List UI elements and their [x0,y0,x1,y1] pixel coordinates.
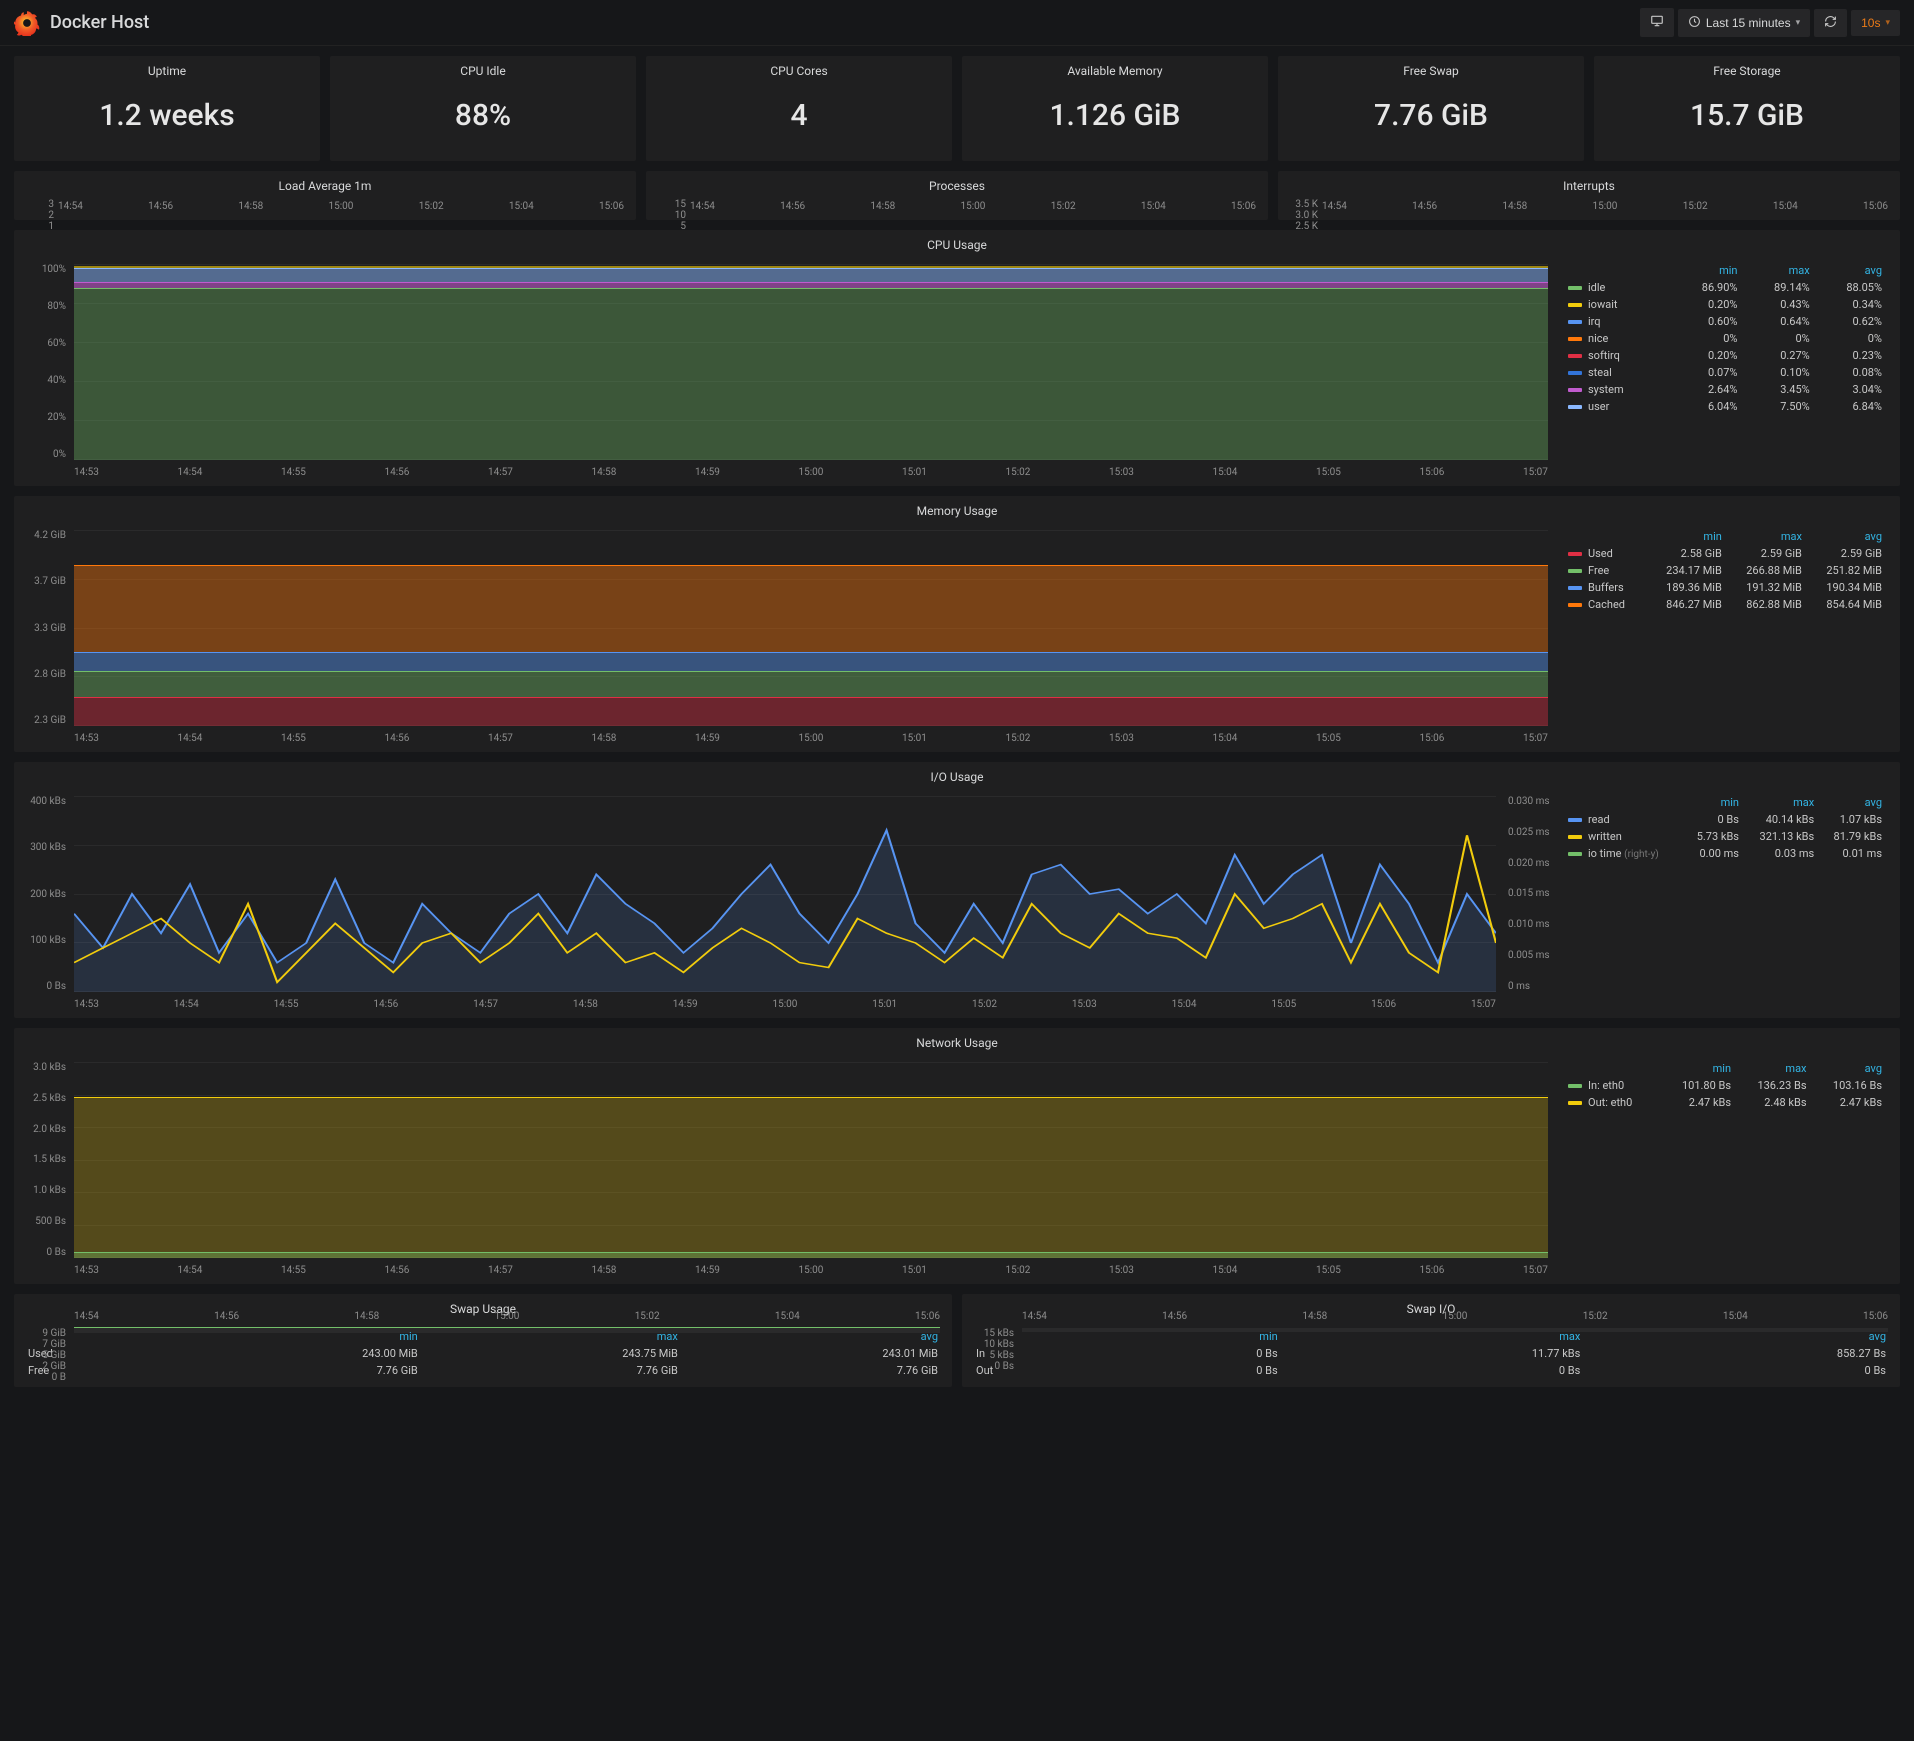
mini-chart-panel: Load Average 1m 3210 14:5414:5614:5815:0… [14,171,636,220]
cpu-usage-legend: minmaxavgidle86.90%89.14%88.05%iowait0.2… [1552,258,1892,478]
panel-title: CPU Cores [654,62,944,84]
stat-value: 4 [654,84,944,153]
stat-panel: Uptime 1.2 weeks [14,56,320,161]
caret-down-icon: ▾ [1796,17,1801,28]
mini-charts-row: Load Average 1m 3210 14:5414:5614:5815:0… [14,171,1900,220]
legend-row[interactable]: Buffers189.36 MiB191.32 MiB190.34 MiB [1564,579,1886,596]
io-usage-panel: I/O Usage 400 kBs300 kBs200 kBs100 kBs0 … [14,762,1900,1018]
panel-title: Uptime [22,62,312,84]
memory-usage-legend: minmaxavgUsed2.58 GiB2.59 GiB2.59 GiBFre… [1552,524,1892,744]
stat-value: 1.126 GiB [970,84,1260,153]
panel-title: I/O Usage [22,768,1892,790]
legend-row[interactable]: steal0.07%0.10%0.08% [1564,364,1886,381]
panel-title: CPU Usage [22,236,1892,258]
stat-panel: Free Swap 7.76 GiB [1278,56,1584,161]
legend-row[interactable]: idle86.90%89.14%88.05% [1564,279,1886,296]
legend-row[interactable]: read0 Bs40.14 kBs1.07 kBs [1564,811,1886,828]
swap-io-panel: Swap I/O 15 kBs10 kBs5 kBs0 Bs 14:5414:5… [962,1294,1900,1387]
panel-title: Load Average 1m [22,177,628,199]
stat-value: 7.76 GiB [1286,84,1576,153]
legend-row[interactable]: io time (right-y)0.00 ms0.03 ms0.01 ms [1564,845,1886,862]
legend-row[interactable]: Out: eth02.47 kBs2.48 kBs2.47 kBs [1564,1094,1886,1111]
cpu-usage-panel: CPU Usage 100%80%60%40%20%0% 14:5314:541… [14,230,1900,486]
monitor-icon [1650,14,1664,31]
legend-row[interactable]: softirq0.20%0.27%0.23% [1564,347,1886,364]
stats-row: Uptime 1.2 weeksCPU Idle 88%CPU Cores 4A… [14,56,1900,161]
panel-title: CPU Idle [338,62,628,84]
legend-row[interactable]: Out0 Bs0 Bs0 Bs [970,1362,1892,1379]
refresh-icon [1824,15,1837,31]
stat-panel: Available Memory 1.126 GiB [962,56,1268,161]
legend-row[interactable]: Cached846.27 MiB862.88 MiB854.64 MiB [1564,596,1886,613]
memory-usage-panel: Memory Usage 4.2 GiB3.7 GiB3.3 GiB2.8 Gi… [14,496,1900,752]
stat-panel: CPU Idle 88% [330,56,636,161]
panel-title: Free Swap [1286,62,1576,84]
mini-chart-panel: Interrupts 3.5 K3.0 K2.5 K2.0 K 14:5414:… [1278,171,1900,220]
legend-row[interactable]: In0 Bs11.77 kBs858.27 Bs [970,1345,1892,1362]
legend-row[interactable]: Used243.00 MiB243.75 MiB243.01 MiB [22,1345,944,1362]
io-usage-legend: minmaxavgread0 Bs40.14 kBs1.07 kBswritte… [1552,790,1892,1010]
panel-title: Network Usage [22,1034,1892,1056]
grafana-logo-icon [14,10,40,36]
network-usage-legend: minmaxavgIn: eth0101.80 Bs136.23 Bs103.1… [1552,1056,1892,1276]
legend-row[interactable]: system2.64%3.45%3.04% [1564,381,1886,398]
page-title: Docker Host [50,12,149,33]
time-range-button[interactable]: Last 15 minutes ▾ [1678,9,1810,37]
refresh-interval-label: 10s [1861,16,1880,30]
legend-row[interactable]: Used2.58 GiB2.59 GiB2.59 GiB [1564,545,1886,562]
legend-row[interactable]: nice0%0%0% [1564,330,1886,347]
stat-value: 1.2 weeks [22,84,312,153]
panel-title: Free Storage [1602,62,1892,84]
refresh-interval-button[interactable]: 10s ▾ [1851,10,1900,36]
legend-row[interactable]: Free7.76 GiB7.76 GiB7.76 GiB [22,1362,944,1379]
legend-row[interactable]: irq0.60%0.64%0.62% [1564,313,1886,330]
stat-value: 88% [338,84,628,153]
stat-panel: CPU Cores 4 [646,56,952,161]
caret-down-icon: ▾ [1885,17,1890,28]
legend-row[interactable]: user6.04%7.50%6.84% [1564,398,1886,415]
mini-chart-panel: Processes 151050 14:5414:5614:5815:0015:… [646,171,1268,220]
panel-title: Available Memory [970,62,1260,84]
refresh-button[interactable] [1814,9,1847,37]
panel-title: Processes [654,177,1260,199]
legend-row[interactable]: Free234.17 MiB266.88 MiB251.82 MiB [1564,562,1886,579]
header: Docker Host Last 15 minutes ▾ 10s ▾ [0,0,1914,46]
clock-icon [1688,15,1701,31]
cycle-view-button[interactable] [1640,8,1674,37]
panel-title: Interrupts [1286,177,1892,199]
stat-value: 15.7 GiB [1602,84,1892,153]
stat-panel: Free Storage 15.7 GiB [1594,56,1900,161]
legend-row[interactable]: written5.73 kBs321.13 kBs81.79 kBs [1564,828,1886,845]
legend-row[interactable]: In: eth0101.80 Bs136.23 Bs103.16 Bs [1564,1077,1886,1094]
legend-row[interactable]: iowait0.20%0.43%0.34% [1564,296,1886,313]
panel-title: Memory Usage [22,502,1892,524]
network-usage-panel: Network Usage 3.0 kBs2.5 kBs2.0 kBs1.5 k… [14,1028,1900,1284]
swap-usage-panel: Swap Usage 9 GiB7 GiB5 GiB2 GiB0 B 14:54… [14,1294,952,1387]
time-range-label: Last 15 minutes [1706,16,1791,30]
